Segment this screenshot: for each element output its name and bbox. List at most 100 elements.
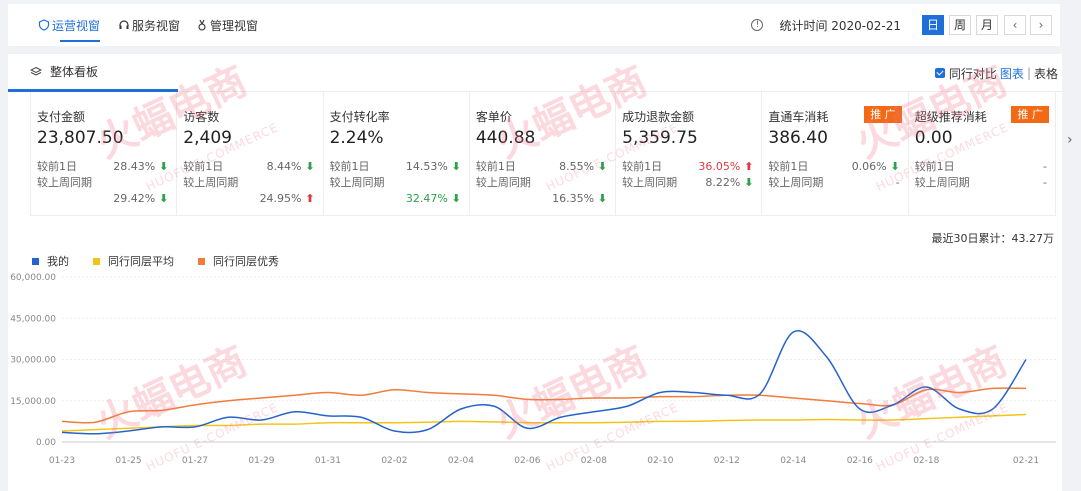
- metric-value: 386.40: [768, 128, 828, 148]
- compare-week-value: [622, 191, 761, 207]
- x-tick-label: 02-02: [381, 456, 407, 466]
- compare-value: 8.22%: [705, 176, 741, 189]
- legend-item-best[interactable]: 同行同层优秀: [198, 253, 279, 269]
- compare-value: -: [1042, 176, 1047, 189]
- y-tick-label: 0.00: [36, 438, 56, 448]
- compare-prev-day: 较前1日 -: [915, 159, 1055, 175]
- x-tick-label: 02-06: [514, 456, 540, 466]
- compare-value: -: [1042, 160, 1047, 173]
- arrow-down-icon: ⬇: [594, 160, 608, 173]
- view-chart-link[interactable]: 图表: [1000, 65, 1024, 82]
- arrow-down-icon: ⬇: [301, 160, 315, 173]
- metric-value: 0.00: [914, 128, 953, 148]
- compare-value: 14.53%: [405, 160, 448, 173]
- compare-value: -: [895, 176, 900, 189]
- compare-label: 较前1日: [622, 160, 663, 173]
- tab-operations[interactable]: 运营视窗: [32, 4, 106, 46]
- compare-prev-week: 较上周同期: [476, 175, 615, 191]
- overview-panel: 整体看板 同行对比 图表 | 表格 支付金额 23,807.50 较前1日 28.43…: [8, 54, 1073, 491]
- section-tools: 同行对比 图表 | 表格: [934, 54, 1058, 92]
- compare-prev-week: 较上周同期 -: [915, 175, 1055, 191]
- compare-prev-week: 较上周同期 -: [768, 175, 907, 191]
- arrow-down-icon: ⬇: [886, 160, 900, 173]
- metric-value: 2.24%: [329, 128, 384, 148]
- metric-title: 访客数: [183, 110, 220, 124]
- compare-label: 较前1日: [914, 160, 955, 173]
- period-month-button[interactable]: 月: [976, 15, 998, 35]
- top-bar: 运营视窗 服务视窗 管理视窗 ! 统计时间 2020-02-21 日 周 月 ‹…: [8, 4, 1060, 46]
- arrow-down-icon: ⬇: [155, 192, 169, 205]
- compare-prev-week: 较上周同期 8.22% ⬇: [622, 175, 761, 191]
- metric-title: 支付转化率: [329, 110, 390, 124]
- next-date-button[interactable]: ›: [1030, 15, 1052, 35]
- compare-label: 较上周同期: [329, 176, 385, 189]
- x-tick-label: 01-25: [115, 456, 141, 466]
- compare-label: 较前1日: [37, 160, 77, 173]
- metric-card[interactable]: 支付转化率 2.24% 较前1日 14.53% ⬇ 较上周同期 32.47% ⬇: [324, 92, 470, 216]
- chart-legend: 我的 同行同层平均 同行同层优秀: [32, 253, 303, 269]
- stat-time: 统计时间 2020-02-21: [779, 18, 901, 33]
- compare-label: 较前1日: [183, 160, 224, 173]
- compare-week-value: 24.95% ⬆: [183, 191, 322, 207]
- date-tools: ! 统计时间 2020-02-21 日 周 月 ‹ ›: [751, 4, 1052, 46]
- series-line-0[interactable]: [61, 330, 1027, 435]
- info-icon[interactable]: !: [751, 19, 764, 31]
- prev-date-button[interactable]: ‹: [1004, 15, 1026, 35]
- metric-value: 2,409: [183, 128, 232, 148]
- compare-value: 8.55%: [559, 160, 595, 173]
- arrow-down-icon: ⬇: [447, 160, 461, 173]
- chevron-right-icon: ›: [1038, 18, 1044, 32]
- metric-title: 支付金额: [37, 110, 86, 124]
- compare-label: 较前1日: [329, 160, 370, 173]
- metric-card[interactable]: 成功退款金额 5,359.75 较前1日 36.05% ⬆ 较上周同期 8.22% ⬇: [616, 92, 763, 216]
- tab-service[interactable]: 服务视窗: [112, 4, 186, 46]
- compare-prev-day: 较前1日 36.05% ⬆: [622, 159, 761, 175]
- arrow-down-icon: ⬇: [740, 176, 754, 189]
- legend-item-my[interactable]: 我的: [32, 253, 69, 269]
- period-week-button[interactable]: 周: [949, 15, 971, 35]
- promo-badge: 推 广: [864, 106, 902, 123]
- metric-title: 客单价: [475, 110, 512, 124]
- compare-week-value: [768, 191, 907, 207]
- compare-label: 较上周同期: [914, 176, 970, 189]
- compare-value: 24.95%: [259, 192, 302, 205]
- x-tick-label: 02-04: [448, 456, 474, 466]
- compare-prev-day: 较前1日 14.53% ⬇: [330, 159, 469, 175]
- compare-checkbox[interactable]: [934, 68, 945, 78]
- cards-next-icon[interactable]: ›: [1067, 132, 1080, 148]
- legend-swatch: [32, 257, 39, 265]
- total-30-days: 最近30日累计：43.27万: [931, 232, 1055, 245]
- x-tick-label: 01-31: [315, 456, 341, 466]
- compare-prev-week: 较上周同期: [37, 175, 176, 191]
- metric-card[interactable]: 访客数 2,409 较前1日 8.44% ⬇ 较上周同期 24.95% ⬆: [177, 92, 324, 216]
- tab-management[interactable]: 管理视窗: [190, 4, 264, 46]
- section-title: 整体看板: [8, 54, 178, 92]
- compare-label: 较上周同期: [622, 176, 678, 189]
- metric-card[interactable]: 直通车消耗 386.40 推 广较前1日 0.06% ⬇ 较上周同期 -: [762, 92, 909, 216]
- compare-value: 0.06%: [851, 160, 887, 173]
- arrow-down-icon: ⬇: [594, 192, 608, 205]
- compare-prev-week: 较上周同期: [330, 175, 469, 191]
- series-line-2[interactable]: [61, 387, 1027, 424]
- metric-cards: 支付金额 23,807.50 较前1日 28.43% ⬇ 较上周同期 29.42% ⬇ 访客…: [30, 92, 1056, 216]
- headset-icon: [119, 20, 129, 29]
- view-table-link[interactable]: 表格: [1034, 65, 1058, 82]
- medal-icon: [198, 19, 206, 31]
- metric-card[interactable]: 超级推荐消耗 0.00 推 广较前1日 - 较上周同期 -: [909, 92, 1055, 216]
- metric-card[interactable]: 支付金额 23,807.50 较前1日 28.43% ⬇ 较上周同期 29.42% ⬇: [31, 92, 178, 216]
- compare-label: 较前1日: [475, 160, 516, 173]
- legend-label: 我的: [47, 255, 69, 268]
- period-day-button[interactable]: 日: [922, 15, 944, 35]
- tab-label: 管理视窗: [210, 18, 259, 33]
- y-tick-label: 45,000.00: [10, 314, 56, 324]
- compare-value: 8.44%: [266, 160, 302, 173]
- shield-icon: [38, 19, 50, 31]
- x-tick-label: 01-23: [49, 456, 75, 466]
- series-line-1[interactable]: [61, 413, 1027, 432]
- metric-card[interactable]: 客单价 440.88 较前1日 8.55% ⬇ 较上周同期 16.35% ⬇: [470, 92, 617, 216]
- metric-value: 440.88: [475, 128, 536, 148]
- legend-item-avg[interactable]: 同行同层平均: [93, 253, 174, 269]
- compare-value: 32.47%: [405, 192, 448, 205]
- tab-label: 服务视窗: [132, 18, 181, 33]
- x-tick-label: 02-12: [714, 456, 740, 466]
